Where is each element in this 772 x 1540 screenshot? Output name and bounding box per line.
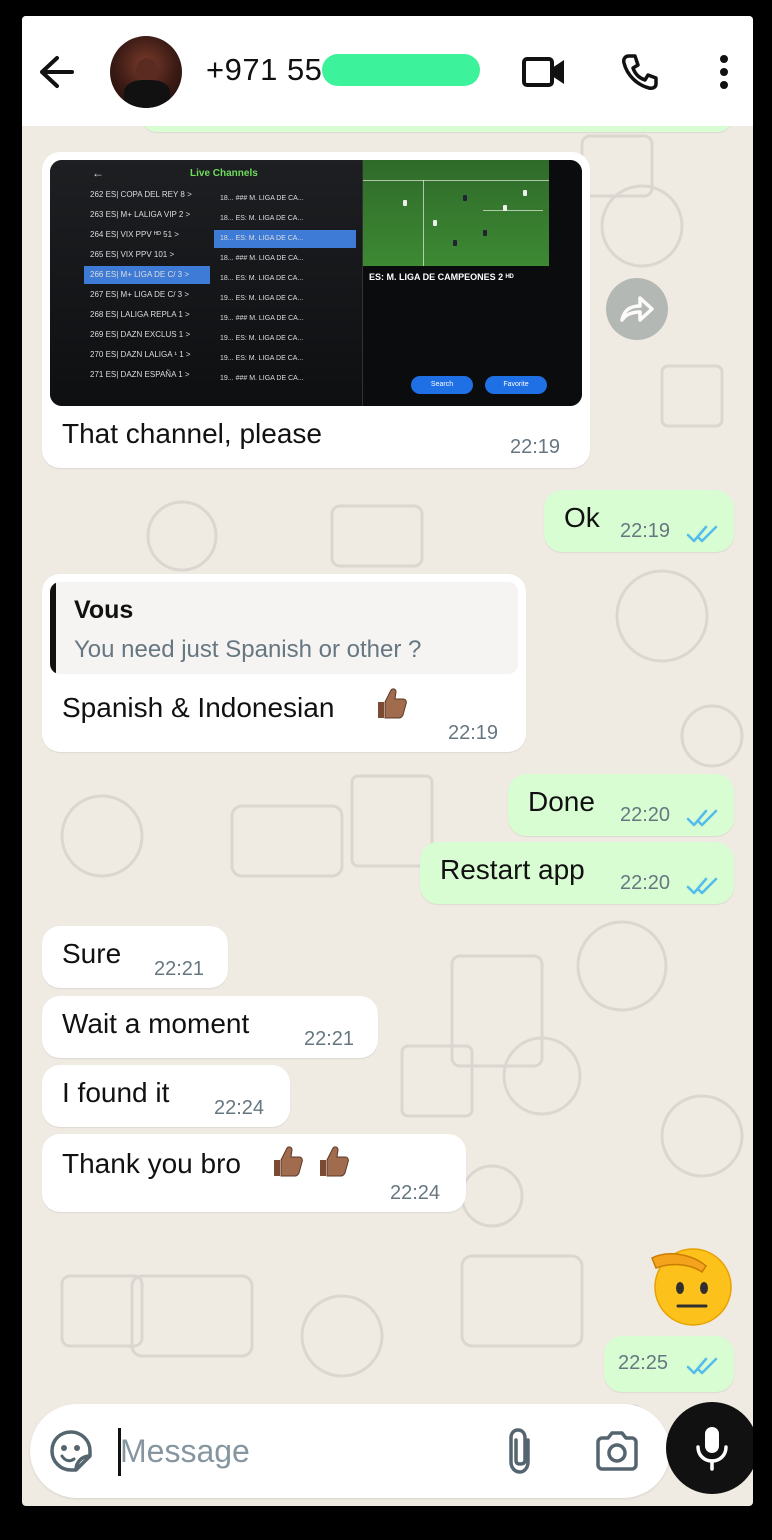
message-bubble-incoming[interactable]: ← Live Channels 262 ES| COPA DEL REY 8 >… [42,152,590,468]
quote-text: You need just Spanish or other ? [74,636,422,663]
video-preview: ES: M. LIGA DE CAMPEONES 2 ᴴᴰ Search Fav… [362,160,582,406]
message-time: 22:24 [390,1182,441,1204]
message-bubble-outgoing[interactable]: 22:25 [604,1336,734,1392]
message-text: Thank you bro [62,1148,241,1179]
message-time: 22:20 [620,804,671,826]
video-camera-icon [522,57,564,87]
message-text: Done [528,786,595,817]
back-arrow-icon: ← [92,166,104,180]
message-time: 22:21 [304,1028,355,1050]
program-row: 18... ### M. LIGA DE CA... [220,195,304,202]
sticker-smiley-icon[interactable] [48,1428,94,1474]
program-row: 18... ### M. LIGA DE CA... [220,255,304,262]
message-time: 22:19 [510,436,561,458]
channel-row: 269 ES| DAZN EXCLUS 1 > [90,330,191,339]
football-pitch [363,160,549,266]
chat-header: +971 5510 [22,16,753,126]
channel-list: ← Live Channels 262 ES| COPA DEL REY 8 >… [50,160,362,406]
program-row: 19... ES: M. LIGA DE CA... [220,295,304,302]
channel-row: 263 ES| M+ LALIGA VIP 2 > [90,210,191,219]
message-bubble-incoming[interactable]: Wait a moment 22:21 [42,996,378,1058]
double-check-read-icon [686,525,718,543]
program-row: 18... ES: M. LIGA DE CA... [220,275,304,282]
phone-icon [622,54,658,90]
channel-row: 270 ES| DAZN LALIGA ¹ 1 > [90,350,191,359]
quote-author: Vous [74,596,134,624]
message-time: 22:21 [154,958,205,980]
channel-row: 271 ES| DAZN ESPAÑA 1 > [90,370,190,379]
message-text: Ok [564,502,600,533]
message-text: Spanish & Indonesian [62,692,335,723]
message-bubble-outgoing[interactable]: Ok 22:19 [544,490,734,552]
chat-screen: +971 5510 ← Live Channels 262 ES| COPA D… [22,16,753,1506]
message-text: That channel, please [62,418,322,449]
channel-list-title: Live Channels [190,168,258,179]
voice-call-button[interactable] [618,50,662,94]
channel-row: 268 ES| LALIGA REPLA 1 > [90,310,190,319]
message-text: Restart app [440,854,585,885]
message-bubble-incoming[interactable]: Thank you bro 22:24 [42,1134,466,1212]
contact-name-prefix: +971 55 [206,52,323,87]
paperclip-icon[interactable] [500,1426,540,1476]
message-text: Sure [62,938,122,969]
message-text: Wait a moment [62,1008,250,1039]
channel-row: 262 ES| COPA DEL REY 8 > [90,190,192,199]
kebab-menu-icon [720,55,728,89]
program-row-selected: 18... ES: M. LIGA DE CA... [214,230,356,248]
preview-search-button: Search [411,376,473,394]
video-call-button[interactable] [522,50,566,94]
message-input[interactable] [120,1428,480,1474]
message-bubble-outgoing[interactable]: Restart app 22:20 [420,842,734,904]
camera-icon[interactable] [594,1430,640,1472]
redaction-mark [322,54,480,86]
more-options-button[interactable] [702,50,746,94]
thumbs-up-emoji-icon [378,688,407,719]
forward-button[interactable] [606,278,668,340]
channel-row-selected: 266 ES| M+ LIGA DE C/ 3 > [84,266,210,284]
message-composer [30,1404,670,1498]
preview-favorite-button: Favorite [485,376,547,394]
preview-title: ES: M. LIGA DE CAMPEONES 2 ᴴᴰ [369,272,514,282]
shared-image[interactable]: ← Live Channels 262 ES| COPA DEL REY 8 >… [50,160,582,406]
quote-bar [50,582,56,674]
voice-record-button[interactable] [666,1402,753,1494]
message-bubble-incoming[interactable]: I found it 22:24 [42,1065,290,1127]
thumbs-up-emoji-icon [320,1146,349,1177]
double-check-read-icon [686,877,718,895]
quoted-message[interactable]: Vous You need just Spanish or other ? [50,582,518,674]
program-row: 18... ES: M. LIGA DE CA... [220,215,304,222]
contact-avatar[interactable] [110,36,182,108]
message-time: 22:19 [620,520,671,542]
message-time: 22:24 [214,1097,265,1119]
program-row: 19... ES: M. LIGA DE CA... [220,335,304,342]
thumbs-up-emoji-icon [274,1146,303,1177]
double-check-read-icon [686,1357,718,1375]
channel-row: 267 ES| M+ LIGA DE C/ 3 > [90,290,190,299]
saluting-face-emoji-icon [651,1248,732,1326]
message-time: 22:20 [620,872,671,894]
message-bubble-incoming[interactable]: Sure 22:21 [42,926,228,988]
program-row: 19... ES: M. LIGA DE CA... [220,355,304,362]
back-button[interactable] [36,52,76,92]
channel-row: 264 ES| VIX PPV ᴴᴰ 51 > [90,230,179,239]
message-time: 22:25 [618,1352,669,1374]
double-check-read-icon [686,809,718,827]
program-row: 19... ### M. LIGA DE CA... [220,375,304,382]
program-row: 19... ### M. LIGA DE CA... [220,315,304,322]
message-time: 22:19 [448,722,499,744]
message-bubble-outgoing[interactable]: Done 22:20 [508,774,734,836]
avatar-body [124,80,170,108]
message-bubble-incoming[interactable]: Vous You need just Spanish or other ? Sp… [42,574,526,752]
channel-row: 265 ES| VIX PPV 101 > [90,250,175,259]
arrow-left-icon [40,56,74,88]
message-text: I found it [62,1077,170,1108]
forward-icon [620,296,654,322]
microphone-icon [696,1427,728,1471]
